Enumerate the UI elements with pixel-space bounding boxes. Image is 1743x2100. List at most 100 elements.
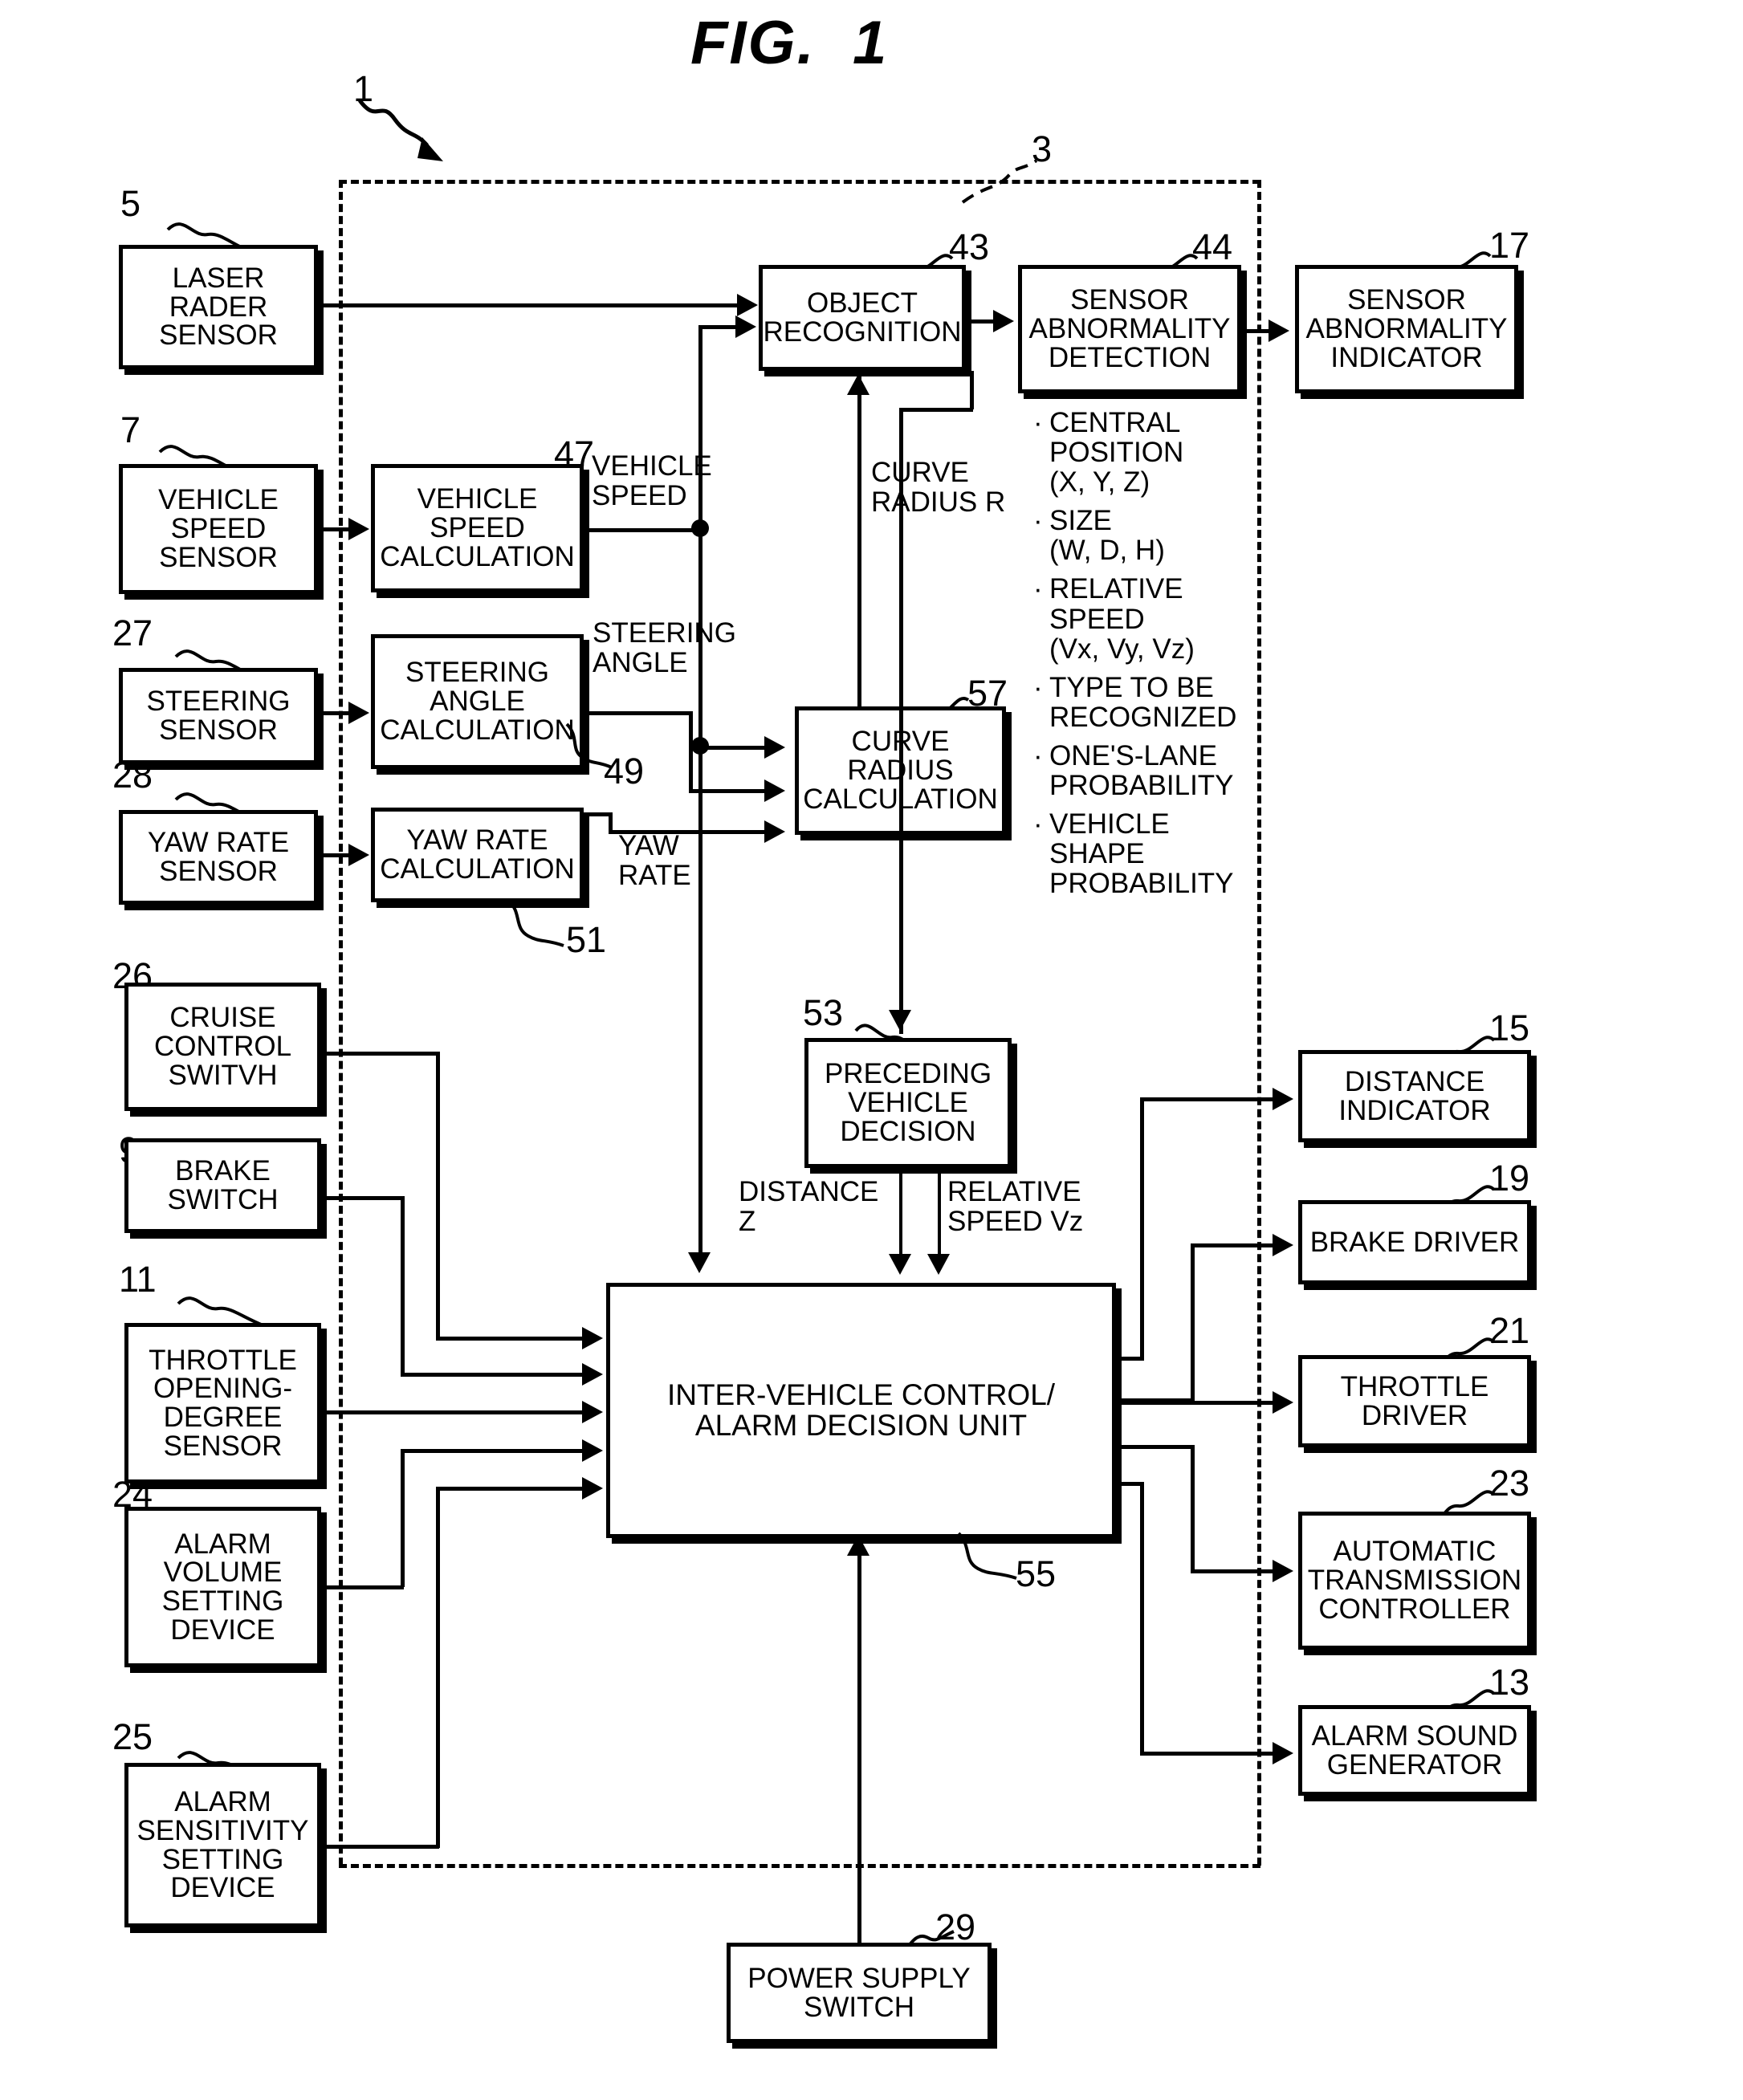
block-brake-switch[interactable]: BRAKE SWITCH [124, 1138, 321, 1233]
wire-throttle-sensor-in [321, 1410, 584, 1414]
block-preceding-vehicle-decision[interactable]: PRECEDING VEHICLE DECISION [804, 1038, 1012, 1168]
ref-number-1: 1 [353, 68, 374, 109]
wire-alarm-volume-in [401, 1449, 584, 1453]
block-vehicle-speed-calculation[interactable]: VEHICLE SPEED CALCULATION [371, 464, 584, 592]
wire-alarm-sensitivity-in [436, 1487, 584, 1491]
ref-number-53: 53 [803, 992, 844, 1033]
block-brake-driver[interactable]: BRAKE DRIVER [1298, 1200, 1531, 1284]
block-yaw-rate-sensor[interactable]: YAW RATE SENSOR [119, 810, 318, 905]
wire-vehicle-speed-bus [584, 528, 704, 532]
block-alarm-sound-generator[interactable]: ALARM SOUND GENERATOR [1298, 1705, 1531, 1796]
block-alarm-sensitivity-setting-device[interactable]: ALARM SENSITIVITY SETTING DEVICE [124, 1763, 321, 1927]
wire-unit-out-1b [1140, 1097, 1144, 1361]
arrow-unit-input-5 [582, 1477, 603, 1500]
wire-steering-sensor-out [318, 711, 350, 715]
wire-yaw-rate-out [584, 812, 612, 816]
arrow-brake-driver [1273, 1234, 1293, 1256]
list-item: · RELATIVE SPEED (Vx, Vy, Vz) [1033, 573, 1195, 665]
block-distance-indicator[interactable]: DISTANCE INDICATOR [1298, 1050, 1531, 1142]
wire-brake-switch-drop [401, 1196, 405, 1374]
block-yaw-rate-calculation[interactable]: YAW RATE CALCULATION [371, 808, 584, 902]
arrow-distance-z-into-unit [688, 1252, 711, 1273]
wire-yaw-rate-to-curve [609, 830, 767, 834]
block-alarm-volume-setting-device[interactable]: ALARM VOLUME SETTING DEVICE [124, 1507, 321, 1667]
wire-cruise-control-drop [436, 1052, 440, 1339]
wire-alarm-sensitivity-out [321, 1845, 439, 1849]
block-steering-angle-calculation[interactable]: STEERING ANGLE CALCULATION [371, 634, 584, 769]
block-label: PRECEDING VEHICLE DECISION [824, 1058, 992, 1147]
ref-number-28: 28 [112, 755, 153, 796]
block-laser-rader-sensor[interactable]: LASER RADER SENSOR [119, 245, 318, 369]
signal-label-distance-z: DISTANCE Z [739, 1176, 879, 1238]
arrow-abnormality-indicator [1269, 319, 1289, 342]
arrow-abnormality-detection [993, 310, 1014, 332]
block-sensor-abnormality-detection[interactable]: SENSOR ABNORMALITY DETECTION [1018, 265, 1241, 393]
arrow-preceding-out-2 [927, 1254, 950, 1275]
wire-distance-z-line [698, 746, 702, 1260]
ref-number-27: 27 [112, 612, 153, 653]
wire-alarm-sensitivity-rise [436, 1487, 440, 1848]
ref-number-55: 55 [1016, 1553, 1057, 1594]
wire-yaw-rate-step [609, 812, 613, 832]
wire-vehicle-speed-to-curve [698, 746, 767, 750]
block-label: STEERING SENSOR [146, 686, 291, 746]
block-object-recognition[interactable]: OBJECT RECOGNITION [759, 265, 966, 371]
arrow-vehicle-speed-calculation [348, 518, 369, 540]
wire-unit-out-5c [1140, 1752, 1277, 1756]
arrow-unit-input-2 [582, 1363, 603, 1386]
block-label: YAW RATE CALCULATION [380, 824, 575, 885]
block-label: SENSOR ABNORMALITY DETECTION [1028, 284, 1231, 373]
block-label: OBJECT RECOGNITION [763, 287, 962, 348]
wire-alarm-volume-out [321, 1585, 404, 1589]
signal-label-relative-speed-vz: RELATIVE SPEED Vz [947, 1176, 1084, 1238]
ref-number-19: 19 [1489, 1158, 1530, 1199]
wire-cruise-control-out [321, 1052, 439, 1056]
signal-label-yaw-rate: YAW RATE [618, 830, 691, 892]
block-label: AUTOMATIC TRANSMISSION CONTROLLER [1307, 1536, 1522, 1625]
recognition-output-list: · CENTRAL POSITION (X, Y, Z) · SIZE (W, D,… [1033, 408, 1246, 907]
wire-abnormality-to-indicator [1241, 329, 1270, 333]
arrow-curve-radius-input-3 [764, 820, 785, 843]
wire-brake-switch-out [321, 1196, 404, 1200]
ref-number-7: 7 [120, 409, 141, 450]
block-cruise-control-switch[interactable]: CRUISE CONTROL SWITVH [124, 983, 321, 1111]
signal-label-steering-angle: STEERING ANGLE [593, 617, 736, 679]
arrow-unit-input-3 [582, 1401, 603, 1423]
arrow-into-preceding-vehicle-decision [889, 1010, 911, 1031]
block-inter-vehicle-control-alarm-decision-unit[interactable]: INTER-VEHICLE CONTROL/ ALARM DECISION UN… [606, 1283, 1116, 1538]
ref-number-11: 11 [119, 1259, 157, 1300]
wire-steering-angle-out [584, 711, 692, 715]
block-label: STEERING ANGLE CALCULATION [380, 657, 575, 746]
arrow-steering-angle-calculation [348, 702, 369, 724]
ref-number-25: 25 [112, 1716, 153, 1757]
wire-yaw-rate-sensor-out [318, 853, 350, 857]
list-item: · VEHICLE SHAPE PROBABILITY [1033, 808, 1234, 900]
arrow-curve-radius-input-1 [764, 736, 785, 759]
block-power-supply-switch[interactable]: POWER SUPPLY SWITCH [727, 1943, 992, 2043]
block-sensor-abnormality-indicator[interactable]: SENSOR ABNORMALITY INDICATOR [1295, 265, 1518, 393]
list-item: · SIZE (W, D, H) [1033, 505, 1165, 567]
signal-label-curve-radius: CURVE RADIUS R [871, 457, 1006, 519]
ref-number-5: 5 [120, 183, 141, 224]
arrow-power-supply-into-unit [847, 1535, 869, 1556]
ecu-boundary-top [339, 180, 1260, 184]
ecu-boundary-left [339, 180, 343, 1866]
block-label: THROTTLE DRIVER [1340, 1370, 1489, 1431]
block-throttle-driver[interactable]: THROTTLE DRIVER [1298, 1355, 1531, 1447]
block-throttle-opening-degree-sensor[interactable]: THROTTLE OPENING- DEGREE SENSOR [124, 1323, 321, 1483]
block-label: VEHICLE SPEED SENSOR [158, 484, 279, 573]
arrow-unit-input-4 [582, 1439, 603, 1462]
wire-unit-out-4c [1191, 1569, 1277, 1573]
wire-object-recognition-left [899, 408, 973, 412]
block-automatic-transmission-controller[interactable]: AUTOMATIC TRANSMISSION CONTROLLER [1298, 1512, 1531, 1650]
block-label: POWER SUPPLY SWITCH [747, 1962, 971, 2023]
block-vehicle-speed-sensor[interactable]: VEHICLE SPEED SENSOR [119, 464, 318, 594]
block-steering-sensor[interactable]: STEERING SENSOR [119, 668, 318, 764]
wire-brake-switch-in [401, 1373, 584, 1377]
ref-number-51: 51 [566, 919, 607, 960]
wire-curve-radius-up [857, 376, 861, 709]
ref-number-23: 23 [1489, 1463, 1530, 1504]
ref-number-49: 49 [604, 751, 645, 792]
wire-preceding-out-2 [938, 1168, 941, 1263]
wire-steering-angle-to-curve [689, 789, 767, 793]
